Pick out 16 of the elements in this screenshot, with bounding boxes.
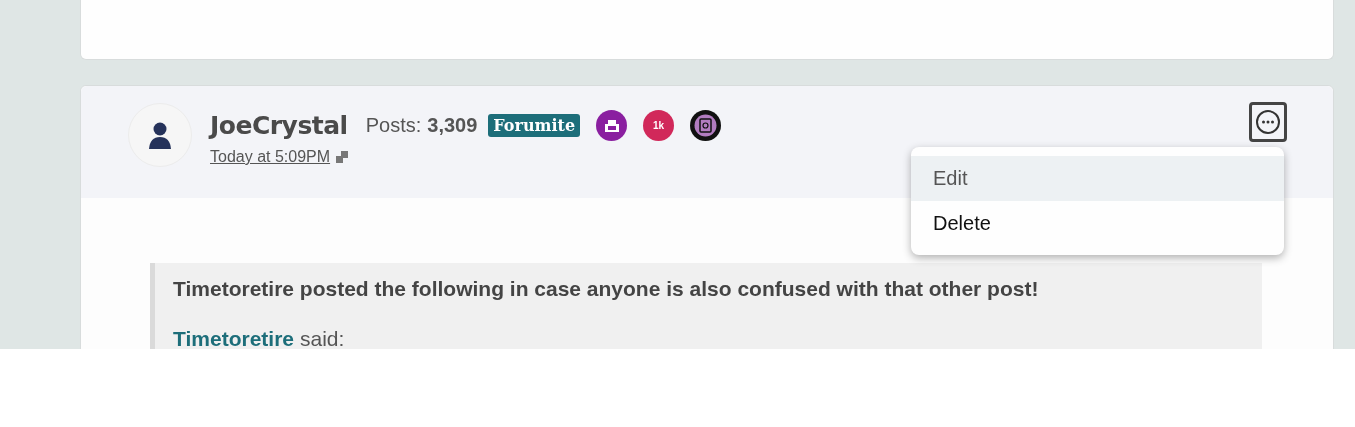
- said-label: said:: [300, 327, 345, 349]
- author-name[interactable]: JoeCrystal: [210, 111, 348, 140]
- more-options-button[interactable]: [1249, 102, 1287, 142]
- post-time-link[interactable]: Today at 5:09PM: [210, 148, 331, 166]
- address-book-badge-icon: [690, 110, 722, 141]
- rank-badge: Forumite: [488, 114, 581, 137]
- menu-item[interactable]: Delete: [911, 201, 1284, 246]
- posts-count: 3,309: [427, 114, 478, 137]
- user-icon: [147, 121, 173, 149]
- count-badge: 1k: [643, 110, 675, 141]
- quote-intro: Timetoretire posted the following in case anyone is also confused with that other post!: [173, 277, 1040, 301]
- menu-item[interactable]: Edit: [911, 156, 1284, 201]
- posts-label: Posts:: [365, 114, 422, 137]
- link-icon[interactable]: [335, 150, 350, 164]
- ellipsis-icon[interactable]: [1255, 109, 1281, 135]
- quote-author-link[interactable]: Timetoretire: [173, 327, 294, 349]
